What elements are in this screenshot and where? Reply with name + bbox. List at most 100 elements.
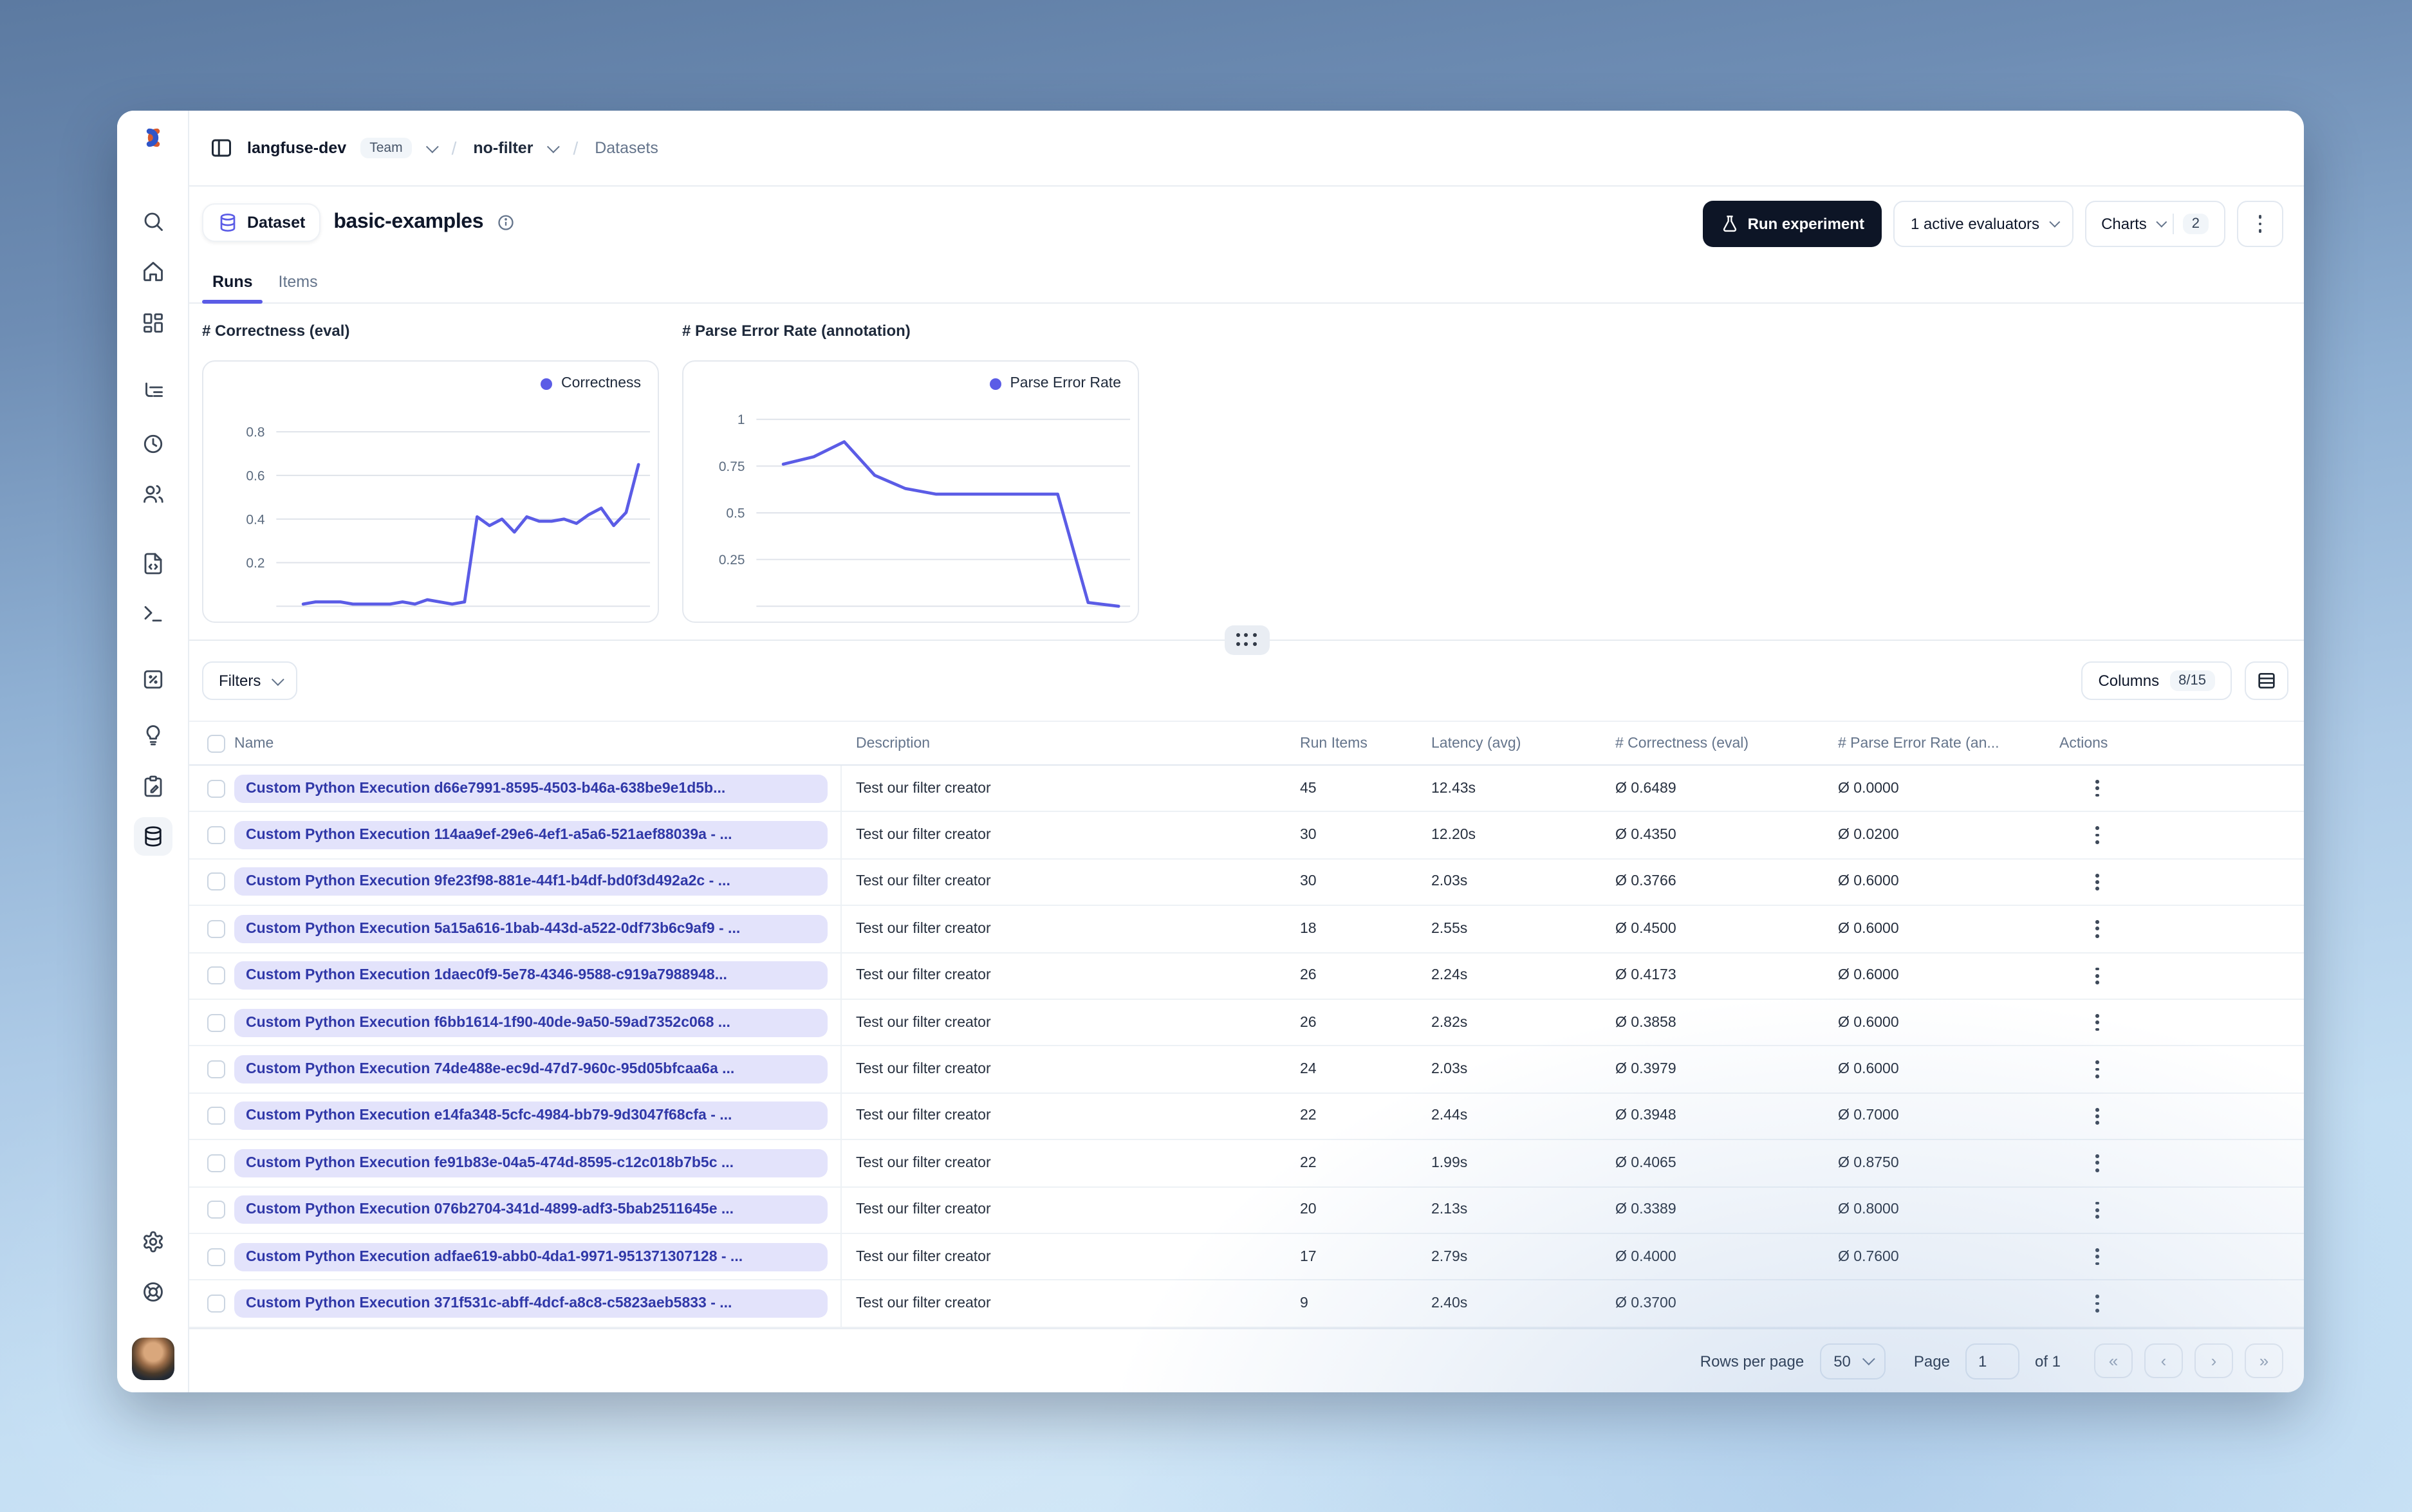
first-page-button[interactable]: « bbox=[2094, 1343, 2133, 1378]
row-checkbox[interactable] bbox=[207, 966, 225, 985]
table-row[interactable]: Custom Python Execution e14fa348-5cfc-49… bbox=[189, 1093, 2304, 1141]
run-name-link[interactable]: Custom Python Execution f6bb1614-1f90-40… bbox=[234, 1008, 828, 1037]
row-actions-kebab-icon[interactable] bbox=[2095, 1154, 2099, 1172]
row-actions-kebab-icon[interactable] bbox=[2095, 1107, 2099, 1125]
col-header-name[interactable]: Name bbox=[234, 722, 842, 764]
run-experiment-button[interactable]: Run experiment bbox=[1702, 201, 1882, 247]
users-icon bbox=[143, 484, 163, 503]
user-avatar[interactable] bbox=[131, 1338, 174, 1380]
sidebar-item-percent-square[interactable] bbox=[133, 660, 172, 699]
run-name-link[interactable]: Custom Python Execution 1daec0f9-5e78-43… bbox=[234, 961, 828, 990]
row-checkbox[interactable] bbox=[207, 1013, 225, 1032]
run-description: Test our filter creator bbox=[856, 780, 991, 797]
prev-page-button[interactable]: ‹ bbox=[2144, 1343, 2183, 1378]
table-row[interactable]: Custom Python Execution f6bb1614-1f90-40… bbox=[189, 999, 2304, 1047]
row-checkbox[interactable] bbox=[207, 919, 225, 938]
run-name-link[interactable]: Custom Python Execution 9fe23f98-881e-44… bbox=[234, 867, 828, 896]
sidebar-item-users[interactable] bbox=[133, 475, 172, 513]
row-checkbox[interactable] bbox=[207, 872, 225, 891]
sidebar-item-list-tree[interactable] bbox=[133, 372, 172, 410]
filters-button[interactable]: Filters bbox=[202, 661, 297, 700]
row-actions-kebab-icon[interactable] bbox=[2095, 967, 2099, 984]
table-row[interactable]: Custom Python Execution 371f531c-abff-4d… bbox=[189, 1280, 2304, 1328]
run-name-link[interactable]: Custom Python Execution adfae619-abb0-4d… bbox=[234, 1242, 828, 1271]
tab-runs[interactable]: Runs bbox=[202, 273, 264, 304]
run-correctness-avg: Ø 0.3858 bbox=[1615, 1015, 1676, 1031]
rows-per-page-select[interactable]: 50 bbox=[1819, 1343, 1886, 1379]
sidebar-item-search[interactable] bbox=[133, 202, 172, 241]
run-items-count: 30 bbox=[1300, 827, 1317, 844]
row-actions-kebab-icon[interactable] bbox=[2095, 1060, 2099, 1078]
columns-button[interactable]: Columns 8/15 bbox=[2081, 661, 2232, 700]
panel-resize-grip[interactable] bbox=[1224, 625, 1269, 655]
page-number-input[interactable]: 1 bbox=[1965, 1343, 2019, 1379]
charts-toggle-button[interactable]: Charts 2 bbox=[2084, 201, 2225, 247]
run-name-link[interactable]: Custom Python Execution e14fa348-5cfc-49… bbox=[234, 1102, 828, 1130]
table-row[interactable]: Custom Python Execution fe91b83e-04a5-47… bbox=[189, 1140, 2304, 1188]
sidebar-item-clock[interactable] bbox=[133, 425, 172, 463]
run-name-link[interactable]: Custom Python Execution d66e7991-8595-45… bbox=[234, 774, 828, 803]
breadcrumb-project[interactable]: no-filter bbox=[473, 139, 533, 157]
info-icon[interactable] bbox=[496, 214, 514, 232]
row-actions-kebab-icon[interactable] bbox=[2095, 780, 2099, 797]
last-page-button[interactable]: » bbox=[2245, 1343, 2283, 1378]
row-actions-kebab-icon[interactable] bbox=[2095, 1013, 2099, 1031]
chevron-down-icon[interactable] bbox=[547, 140, 561, 153]
sidebar-item-lifebuoy[interactable] bbox=[133, 1273, 172, 1311]
table-row[interactable]: Custom Python Execution 1daec0f9-5e78-43… bbox=[189, 953, 2304, 1000]
langfuse-logo-icon[interactable] bbox=[137, 126, 168, 149]
tab-items[interactable]: Items bbox=[268, 273, 328, 302]
run-name-link[interactable]: Custom Python Execution 5a15a616-1bab-44… bbox=[234, 914, 828, 943]
row-checkbox[interactable] bbox=[207, 1294, 225, 1313]
run-name-link[interactable]: Custom Python Execution 74de488e-ec9d-47… bbox=[234, 1055, 828, 1084]
row-checkbox[interactable] bbox=[207, 1154, 225, 1172]
row-checkbox[interactable] bbox=[207, 1060, 225, 1079]
row-checkbox[interactable] bbox=[207, 1201, 225, 1219]
table-row[interactable]: Custom Python Execution d66e7991-8595-45… bbox=[189, 766, 2304, 813]
page-actions-kebab-button[interactable] bbox=[2237, 201, 2283, 247]
chevron-down-icon[interactable] bbox=[425, 140, 439, 153]
row-checkbox[interactable] bbox=[207, 1107, 225, 1125]
table-row[interactable]: Custom Python Execution 114aa9ef-29e6-4e… bbox=[189, 812, 2304, 860]
col-header-parse-error[interactable]: # Parse Error Rate (an... bbox=[1838, 735, 2059, 751]
table-row[interactable]: Custom Python Execution 076b2704-341d-48… bbox=[189, 1187, 2304, 1234]
sidebar-item-home[interactable] bbox=[133, 252, 172, 291]
run-name-link[interactable]: Custom Python Execution 076b2704-341d-48… bbox=[234, 1195, 828, 1224]
row-actions-kebab-icon[interactable] bbox=[2095, 1248, 2099, 1266]
correctness-chart[interactable]: Correctness 0.2 0.4 0.6 0.8 bbox=[202, 360, 659, 623]
run-name-link[interactable]: Custom Python Execution 371f531c-abff-4d… bbox=[234, 1289, 828, 1318]
sidebar-item-lightbulb[interactable] bbox=[133, 715, 172, 754]
run-name-link[interactable]: Custom Python Execution fe91b83e-04a5-47… bbox=[234, 1148, 828, 1177]
row-actions-kebab-icon[interactable] bbox=[2095, 826, 2099, 844]
col-header-run-items[interactable]: Run Items bbox=[1300, 735, 1431, 751]
table-row[interactable]: Custom Python Execution 5a15a616-1bab-44… bbox=[189, 906, 2304, 954]
sidebar-item-clipboard-pen[interactable] bbox=[133, 767, 172, 806]
row-actions-kebab-icon[interactable] bbox=[2095, 1295, 2099, 1313]
row-actions-kebab-icon[interactable] bbox=[2095, 920, 2099, 938]
sidebar-toggle-icon[interactable] bbox=[210, 136, 233, 160]
parse-error-chart[interactable]: Parse Error Rate 0.25 0.5 0.75 1 bbox=[682, 360, 1139, 623]
table-row[interactable]: Custom Python Execution 9fe23f98-881e-44… bbox=[189, 859, 2304, 907]
col-header-latency[interactable]: Latency (avg) bbox=[1431, 735, 1615, 751]
row-actions-kebab-icon[interactable] bbox=[2095, 873, 2099, 891]
select-all-checkbox[interactable] bbox=[207, 734, 225, 752]
active-evaluators-button[interactable]: 1 active evaluators bbox=[1893, 201, 2073, 247]
sidebar-item-file-code[interactable] bbox=[133, 544, 172, 583]
breadcrumb-org[interactable]: langfuse-dev bbox=[247, 139, 346, 157]
col-header-description[interactable]: Description bbox=[842, 735, 1300, 751]
row-checkbox[interactable] bbox=[207, 1248, 225, 1266]
run-name-link[interactable]: Custom Python Execution 114aa9ef-29e6-4e… bbox=[234, 821, 828, 850]
row-checkbox[interactable] bbox=[207, 826, 225, 845]
sidebar-item-settings-gear[interactable] bbox=[133, 1222, 172, 1261]
next-page-button[interactable]: › bbox=[2194, 1343, 2233, 1378]
table-row[interactable]: Custom Python Execution adfae619-abb0-4d… bbox=[189, 1233, 2304, 1281]
table-row[interactable]: Custom Python Execution 74de488e-ec9d-47… bbox=[189, 1046, 2304, 1094]
sidebar-item-terminal[interactable] bbox=[133, 595, 172, 633]
sidebar-item-database[interactable] bbox=[133, 817, 172, 856]
breadcrumb-section[interactable]: Datasets bbox=[595, 139, 658, 157]
row-actions-kebab-icon[interactable] bbox=[2095, 1201, 2099, 1219]
row-height-button[interactable] bbox=[2245, 661, 2288, 700]
row-checkbox[interactable] bbox=[207, 779, 225, 798]
sidebar-item-dashboard-grid[interactable] bbox=[133, 304, 172, 342]
col-header-correctness[interactable]: # Correctness (eval) bbox=[1615, 735, 1838, 751]
